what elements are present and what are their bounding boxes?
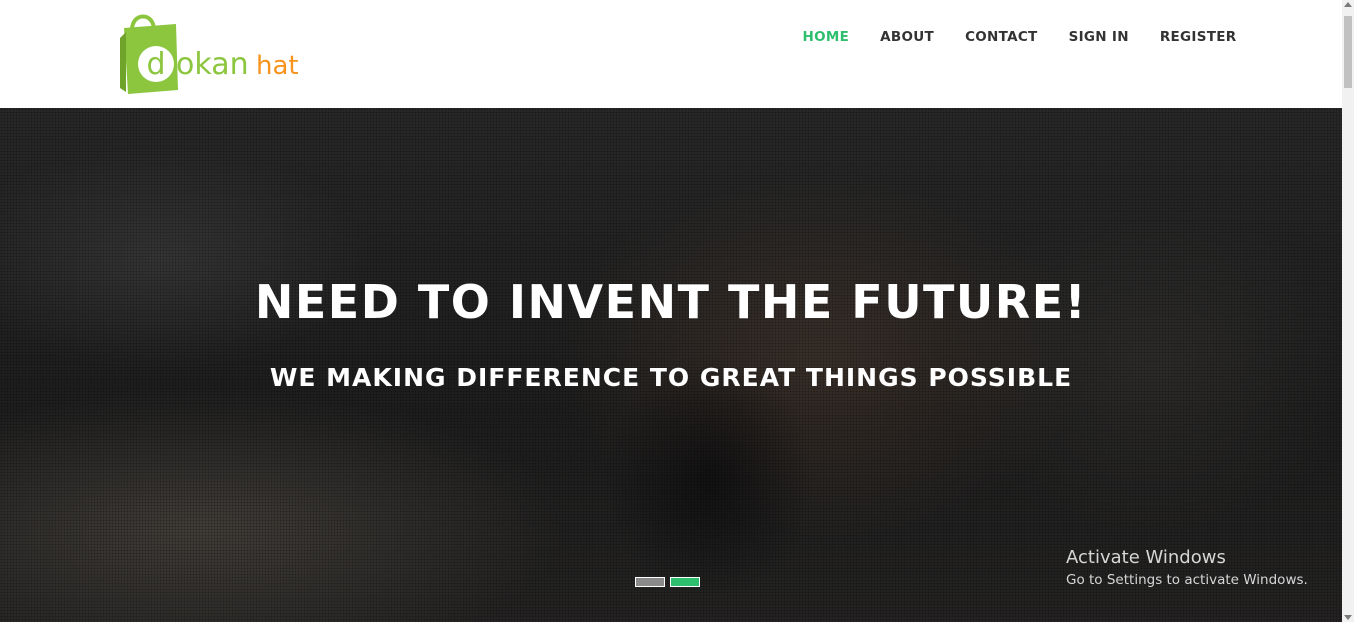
nav-about[interactable]: ABOUT [865,28,950,46]
main-nav: HOME ABOUT CONTACT SIGN IN REGISTER [787,28,1252,46]
slide-indicator-2[interactable] [670,577,700,587]
nav-home[interactable]: HOME [787,28,865,46]
windows-activation-watermark: Activate Windows Go to Settings to activ… [1066,547,1308,590]
hero-slider: NEED TO INVENT THE FUTURE! WE MAKING DIF… [0,108,1342,622]
scroll-up-arrow-icon[interactable] [1344,2,1352,7]
slider-pagination [635,577,700,587]
scrollbar-thumb[interactable] [1344,16,1352,88]
dokanhat-logo[interactable]: d okan hat [118,8,318,98]
hero-subtitle: WE MAKING DIFFERENCE TO GREAT THINGS POS… [269,363,1073,392]
nav-sign-in[interactable]: SIGN IN [1053,28,1144,46]
svg-text:okan: okan [176,47,249,82]
svg-text:d: d [146,47,165,82]
shopping-bag-logo-icon: d okan hat [120,14,299,94]
nav-register[interactable]: REGISTER [1144,28,1252,46]
watermark-title: Activate Windows [1066,547,1226,568]
site-header: d okan hat HOME ABOUT CONTACT SIGN IN RE… [0,0,1342,108]
svg-text:hat: hat [256,51,299,81]
nav-contact[interactable]: CONTACT [950,28,1054,46]
slide-indicator-1[interactable] [635,577,665,587]
hero-title: NEED TO INVENT THE FUTURE! [254,275,1088,329]
vertical-scrollbar[interactable] [1342,0,1354,622]
scroll-down-arrow-icon[interactable] [1344,615,1352,620]
watermark-subtitle: Go to Settings to activate Windows. [1066,572,1308,588]
